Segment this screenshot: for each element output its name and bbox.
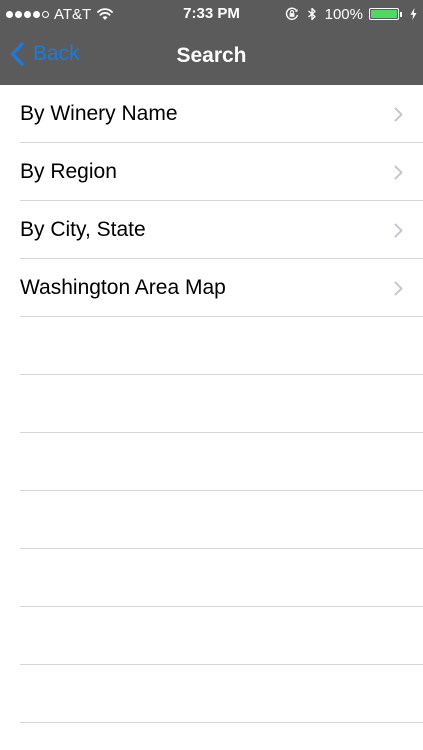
list-item-by-winery-name[interactable]: By Winery Name: [0, 85, 423, 143]
battery-percent: 100%: [324, 5, 363, 23]
status-bar: AT&T 7:33 PM 100%: [0, 0, 423, 28]
status-right: 100%: [285, 5, 417, 23]
orientation-lock-icon: [285, 7, 298, 20]
list-item-washington-area-map[interactable]: Washington Area Map: [0, 259, 423, 317]
charging-icon: [410, 8, 417, 20]
chevron-right-icon: [394, 281, 403, 296]
list-item-label: By City, State: [20, 218, 146, 241]
empty-row: [0, 549, 423, 607]
empty-row: [0, 433, 423, 491]
page-title: Search: [176, 44, 247, 67]
chevron-right-icon: [394, 165, 403, 180]
list-item-label: By Winery Name: [20, 102, 178, 125]
header: AT&T 7:33 PM 100% Back Search: [0, 0, 423, 85]
battery-icon: [369, 8, 402, 20]
empty-row: [0, 607, 423, 665]
chevron-right-icon: [394, 223, 403, 238]
empty-row: [0, 375, 423, 433]
chevron-right-icon: [394, 107, 403, 122]
empty-row: [0, 491, 423, 549]
empty-row: [0, 665, 423, 723]
battery-level: [371, 10, 397, 18]
empty-row: [0, 317, 423, 375]
list-item-by-city-state[interactable]: By City, State: [0, 201, 423, 259]
list-item-label: By Region: [20, 160, 117, 183]
navigation-bar: Back Search: [0, 28, 423, 85]
list-item-by-region[interactable]: By Region: [0, 143, 423, 201]
bluetooth-icon: [307, 7, 316, 21]
search-options-list: By Winery Name By Region By City, State …: [0, 85, 423, 723]
list-item-label: Washington Area Map: [20, 276, 226, 299]
